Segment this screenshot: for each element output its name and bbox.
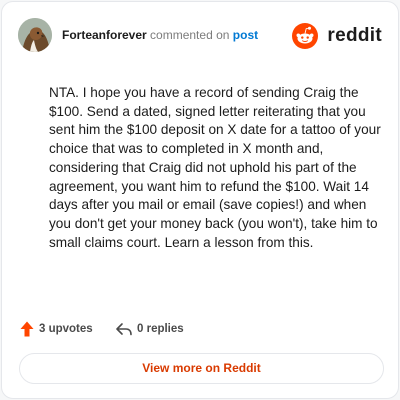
post-link[interactable]: post	[233, 28, 258, 42]
upvote-button[interactable]: 3 upvotes	[20, 320, 110, 340]
reddit-wordmark: reddit	[327, 25, 382, 46]
reply-count: 0 replies	[137, 323, 184, 335]
view-more-button[interactable]: View more on Reddit	[19, 353, 384, 384]
avatar[interactable]	[18, 18, 52, 52]
upvote-arrow-icon	[20, 321, 34, 337]
comment-embed-card: Forteanforever commented on post reddit …	[1, 1, 399, 399]
comment-body: NTA. I hope you have a record of sending…	[49, 85, 381, 250]
username[interactable]: Forteanforever	[62, 28, 147, 42]
comment-header: Forteanforever commented on post reddit	[18, 18, 382, 54]
action-text: commented on	[150, 28, 230, 42]
comment-actions: 3 upvotes 0 replies	[20, 320, 320, 340]
upvote-count: 3 upvotes	[39, 323, 93, 335]
reply-button[interactable]: 0 replies	[115, 320, 215, 340]
reply-arrow-icon	[116, 323, 132, 336]
byline: Forteanforever commented on post	[62, 28, 258, 42]
reddit-snoo-icon	[292, 23, 318, 49]
